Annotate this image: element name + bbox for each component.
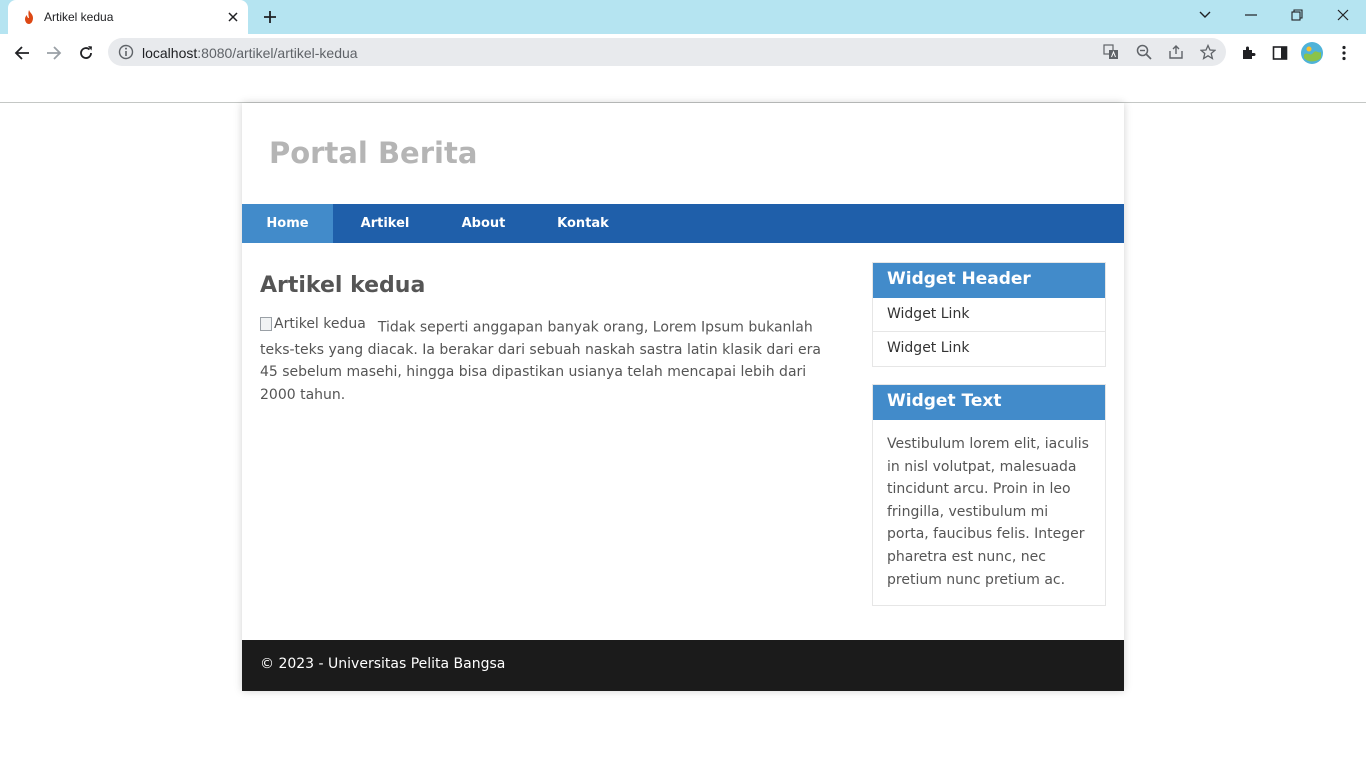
close-window-icon[interactable] <box>1320 0 1366 30</box>
article-body: Artikel kedua Tidak seperti anggapan bany… <box>260 313 830 407</box>
zoom-icon[interactable] <box>1135 43 1153 61</box>
url-text[interactable]: localhost:8080/artikel/artikel-kedua <box>142 45 358 61</box>
widget-link[interactable]: Widget Link <box>873 298 1105 332</box>
site-title: Portal Berita <box>269 136 478 170</box>
side-panel-icon[interactable] <box>1269 42 1291 64</box>
site-info-icon[interactable] <box>118 44 134 60</box>
footer-copyright: © 2023 - Universitas Pelita Bangsa <box>260 656 506 672</box>
restore-icon[interactable] <box>1274 0 1320 30</box>
nav-about[interactable]: About <box>455 204 512 243</box>
nav-artikel[interactable]: Artikel <box>355 204 415 243</box>
widget-text-body: Vestibulum lorem elit, iaculis in nisl v… <box>887 436 1089 588</box>
extensions-icon[interactable] <box>1237 42 1259 64</box>
url-host: localhost <box>142 45 198 61</box>
nav-kontak[interactable]: Kontak <box>553 204 613 243</box>
flame-icon <box>22 9 36 25</box>
tab-search-icon[interactable] <box>1182 0 1228 30</box>
tab-title: Artikel kedua <box>44 10 114 24</box>
article-image: Artikel kedua <box>260 313 366 336</box>
menu-kebab-icon[interactable] <box>1333 42 1355 64</box>
page-viewport: Portal Berita Home Artikel About Kontak … <box>0 103 1366 768</box>
back-icon[interactable] <box>9 40 35 66</box>
translate-icon[interactable] <box>1102 43 1120 61</box>
widget-link[interactable]: Widget Link <box>873 332 1105 366</box>
site-header: Portal Berita <box>242 103 1124 204</box>
site-container: Portal Berita Home Artikel About Kontak … <box>242 103 1124 691</box>
widget-text-title: Widget Text <box>873 385 1105 420</box>
bookmark-star-icon[interactable] <box>1199 43 1217 61</box>
site-footer: © 2023 - Universitas Pelita Bangsa <box>242 640 1124 691</box>
share-icon[interactable] <box>1167 43 1185 61</box>
widget-header-title: Widget Header <box>873 263 1105 298</box>
new-tab-icon[interactable] <box>258 6 282 28</box>
widget-links: Widget Header Widget Link Widget Link <box>872 262 1106 367</box>
url-path: :8080/artikel/artikel-kedua <box>197 45 358 61</box>
forward-icon[interactable] <box>41 40 67 66</box>
close-tab-icon[interactable] <box>224 8 242 26</box>
nav-home[interactable]: Home <box>242 204 333 243</box>
tab-strip: Artikel kedua <box>0 0 1366 34</box>
browser-toolbar: localhost:8080/artikel/artikel-kedua <box>0 34 1366 72</box>
profile-avatar-icon[interactable] <box>1300 41 1324 65</box>
address-bar[interactable]: localhost:8080/artikel/artikel-kedua <box>108 38 1226 66</box>
browser-tab[interactable]: Artikel kedua <box>8 0 248 34</box>
main-nav: Home Artikel About Kontak <box>242 204 1124 243</box>
article-image-alt: Artikel kedua <box>274 316 366 332</box>
article-title: Artikel kedua <box>260 273 426 298</box>
widget-text: Widget Text Vestibulum lorem elit, iacul… <box>872 384 1106 607</box>
reload-icon[interactable] <box>73 40 99 66</box>
broken-image-icon <box>260 317 272 332</box>
minimize-icon[interactable] <box>1228 0 1274 30</box>
